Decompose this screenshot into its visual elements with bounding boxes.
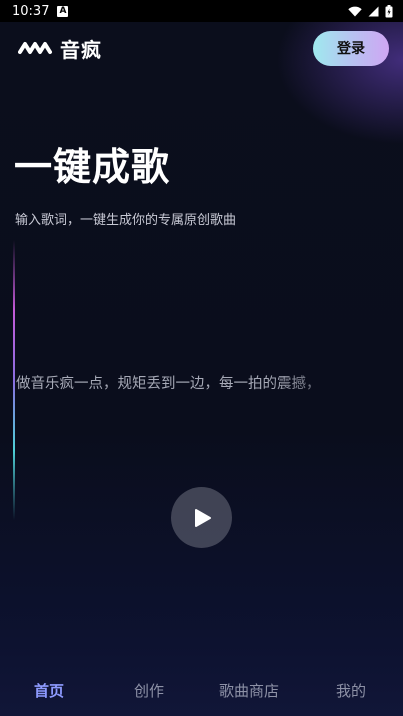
tab-song-store[interactable]: 歌曲商店 [219,680,279,701]
tab-create[interactable]: 创作 [134,680,164,701]
play-button[interactable] [171,487,232,548]
notification-icon: A [57,5,69,17]
battery-icon [385,4,393,17]
wifi-icon [348,6,362,16]
play-icon [194,508,211,527]
lyric-text: 做音乐疯一点，规矩丢到一边，每一拍的震撼， [16,376,321,392]
status-bar: 10:37 A [0,0,403,22]
login-button[interactable]: 登录 [313,30,389,66]
brand-name: 音疯 [60,37,102,62]
hero-subtitle: 输入歌词，一键生成你的专属原创歌曲 [15,213,237,228]
app-header: 音疯 登录 [0,30,403,66]
bottom-nav: 首页 创作 歌曲商店 我的 [0,668,403,716]
wave-logo-icon [18,42,52,54]
lyric-accent-line [13,240,15,520]
status-left: 10:37 A [12,3,69,19]
tab-mine[interactable]: 我的 [336,680,366,701]
status-right [348,4,393,18]
brand: 音疯 [18,34,102,63]
status-time: 10:37 [12,3,50,19]
signal-icon [368,6,379,16]
hero-title: 一键成歌 [14,145,171,189]
tab-home[interactable]: 首页 [34,680,64,701]
